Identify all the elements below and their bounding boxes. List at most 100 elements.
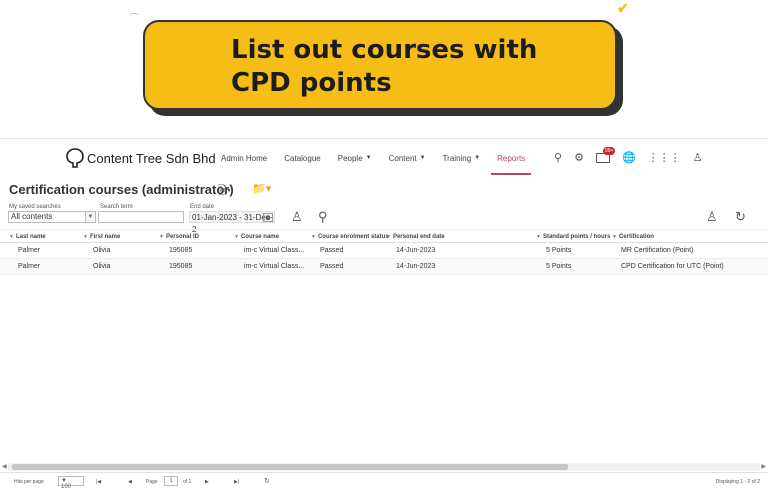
sort-icon: ▼	[234, 234, 239, 240]
search-icon[interactable]: ⚲	[318, 209, 328, 225]
column-header[interactable]: ▼ Course enrolment status	[311, 230, 389, 244]
calendar-icon[interactable]: ▦	[263, 213, 273, 222]
table-cell: Olivia	[93, 263, 111, 270]
nav-label: People	[337, 153, 363, 163]
column-header[interactable]: ▼ Personal end date	[386, 230, 445, 244]
header-icons: ⚲ ⚙ 99+ 🌐 ⋮⋮⋮ ♙	[554, 146, 703, 164]
export-icon[interactable]: 🗎▾	[218, 182, 231, 201]
nav-label: Admin Home	[221, 153, 268, 163]
first-page-icon[interactable]: |◀	[96, 479, 101, 485]
previous-page-icon[interactable]: ◀	[128, 479, 132, 485]
nav-reports[interactable]: Reports	[491, 139, 532, 177]
search-term-input[interactable]	[98, 211, 184, 223]
scroll-left-icon[interactable]: ◀	[2, 463, 7, 470]
column-label: Personal end date	[392, 234, 445, 240]
table-cell: im-c Virtual Class...	[244, 247, 305, 254]
sort-icon: ▼	[386, 234, 391, 240]
column-label: Course name	[240, 234, 279, 240]
table-cell: im-c Virtual Class...	[244, 263, 305, 270]
mail-icon[interactable]: 99+	[595, 146, 616, 163]
caret-down-icon: ▼	[474, 155, 481, 161]
column-header[interactable]: ▼ First name	[83, 230, 120, 244]
nav-catalogue[interactable]: Catalogue	[284, 139, 320, 177]
sort-icon: ▼	[536, 234, 541, 240]
column-header[interactable]: ▼ Certification	[612, 230, 654, 244]
caret-down-icon: ▼	[365, 155, 372, 161]
caret-down-icon: ▼	[419, 155, 426, 161]
end-date-label: End date	[190, 204, 215, 210]
table-cell: CPD Certification for UTC (Point)	[621, 263, 724, 270]
column-label: Certification	[618, 234, 654, 240]
top-navigation: Content Tree Sdn Bhd Admin Home Catalogu…	[0, 139, 768, 177]
scroll-right-icon[interactable]: ▶	[761, 463, 766, 470]
user-search-icon[interactable]: ♙	[291, 209, 303, 225]
nav-people[interactable]: People ▼	[338, 139, 372, 177]
sort-icon: ▼	[311, 234, 316, 240]
table-cell: 195085	[169, 263, 193, 270]
column-header[interactable]: ▼ Personal ID	[159, 230, 199, 244]
banner-text: List out courses with CPD points	[231, 34, 537, 100]
display-status: Displaying 1 - 2 of 2	[715, 479, 760, 485]
table-cell: Passed	[320, 263, 344, 270]
user-icon[interactable]: ♙	[693, 151, 703, 164]
search-icon[interactable]: ⚲	[554, 151, 562, 164]
page-number-input[interactable]: 1	[164, 476, 178, 486]
table-cell: Olivia	[93, 247, 111, 254]
end-date-input[interactable]: 01-Jan-2023 - 31-Dec-2 ▦	[189, 211, 275, 234]
decorative-mark: ⌒	[130, 13, 138, 22]
table-cell: 195085	[169, 247, 193, 254]
table-cell: 5 Points	[546, 247, 572, 254]
brand-logo[interactable]: Content Tree Sdn Bhd	[66, 148, 216, 168]
table-row[interactable]: Palmer Olivia 195085 im-c Virtual Class.…	[0, 243, 768, 259]
scrollbar-thumb[interactable]	[12, 464, 568, 470]
search-term-label: Search term	[100, 204, 133, 210]
sort-icon: ▼	[9, 234, 14, 240]
nav-label: Reports	[497, 153, 526, 163]
gear-icon[interactable]: ⚙	[574, 151, 584, 164]
table-cell: 14-Jun-2023	[396, 263, 436, 270]
column-label: Personal ID	[165, 234, 199, 240]
table-cell: Passed	[320, 247, 344, 254]
table-cell: MR Certification (Point)	[621, 247, 694, 254]
hits-per-page-select[interactable]: 100 ▼	[58, 476, 84, 490]
banner-box: List out courses with CPD points	[143, 20, 617, 110]
column-header[interactable]: ▼ Course name	[234, 230, 279, 244]
refresh-icon[interactable]: ↻	[264, 477, 270, 485]
table-header: ▼ Last name ▼ First name ▼ Personal ID ▼ Cou…	[0, 229, 768, 243]
pagination-bar: Hits per page 100 ▼ |◀ ◀ Page 1 of 1 ▶ ▶…	[0, 472, 768, 490]
nav-content[interactable]: Content ▼	[389, 139, 426, 177]
horizontal-scrollbar[interactable]: ◀ ▶	[2, 463, 766, 471]
table-row[interactable]: Palmer Olivia 195085 im-c Virtual Class.…	[0, 259, 768, 275]
nav-label: Training	[442, 153, 472, 163]
next-page-icon[interactable]: ▶	[205, 479, 209, 485]
check-icon: ✔	[617, 0, 629, 16]
column-header[interactable]: ▼ Last name	[9, 230, 46, 244]
page-title: Certification courses (administrator)	[9, 182, 234, 197]
table-cell: Palmer	[18, 247, 41, 254]
nav-training[interactable]: Training ▼	[443, 139, 481, 177]
folder-icon[interactable]: 📁▾	[252, 182, 271, 195]
saved-searches-label: My saved searches	[9, 204, 61, 210]
callout-banner: List out courses with CPD points	[143, 20, 623, 116]
nav-admin-home[interactable]: Admin Home	[221, 139, 267, 177]
table-cell: 5 Points	[546, 263, 572, 270]
nav-label: Content	[388, 153, 417, 163]
table-cell: Palmer	[18, 263, 41, 270]
last-page-icon[interactable]: ▶|	[234, 479, 239, 485]
sort-icon: ▼	[83, 234, 88, 240]
column-label: Last name	[15, 234, 46, 240]
hits-per-page-label: Hits per page	[14, 479, 44, 485]
page-label: Page	[146, 479, 158, 485]
sort-icon: ▼	[612, 234, 617, 240]
column-header[interactable]: ▼ Standard points / hours	[536, 230, 610, 244]
user-search-icon[interactable]: ♙	[706, 209, 718, 225]
column-label: Standard points / hours	[542, 234, 611, 240]
refresh-icon[interactable]: ↻	[735, 209, 746, 225]
saved-searches-value: All contents	[11, 212, 53, 221]
saved-searches-select[interactable]: All contents ▼	[8, 211, 96, 223]
notification-badge: 99+	[602, 146, 616, 155]
page-count: of 1	[183, 479, 192, 485]
apps-grid-icon[interactable]: ⋮⋮⋮	[648, 151, 681, 164]
globe-icon[interactable]: 🌐	[622, 151, 636, 164]
app-window: Content Tree Sdn Bhd Admin Home Catalogu…	[0, 138, 768, 498]
